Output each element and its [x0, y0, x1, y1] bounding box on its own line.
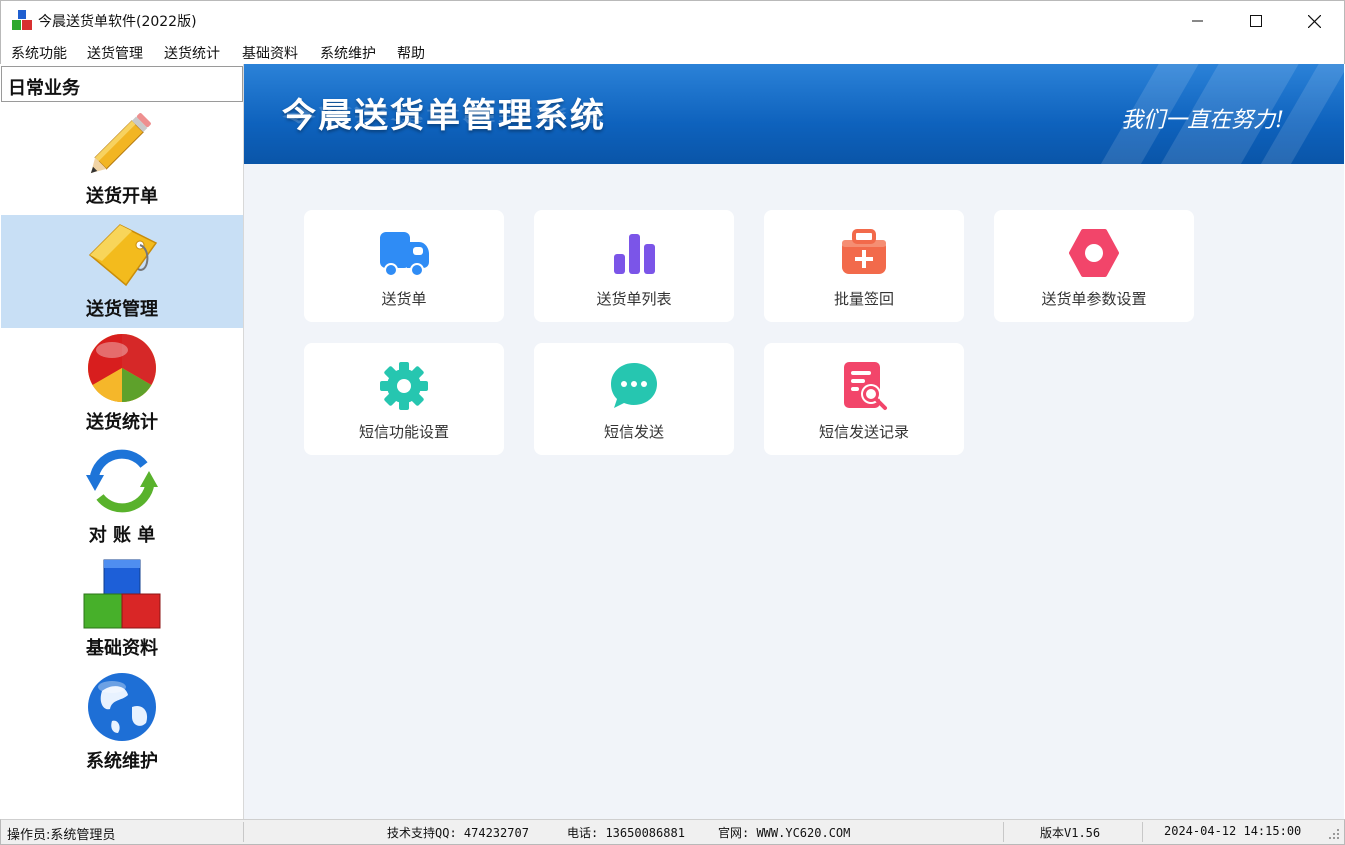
card-sms-send[interactable]: 短信发送	[534, 343, 734, 455]
chat-bubble-icon	[611, 363, 657, 408]
pencil-icon	[90, 113, 151, 174]
menu-basic-data[interactable]: 基础资料	[242, 43, 298, 63]
status-version: 版本V1.56	[1040, 826, 1101, 840]
app-logo-icon	[12, 10, 32, 30]
card-batch-signback[interactable]: 批量签回	[764, 210, 964, 322]
minimize-icon	[1192, 20, 1203, 22]
minimize-button[interactable]	[1169, 1, 1227, 41]
sidebar-item-label: 对 账 单	[88, 525, 156, 546]
bar-chart-icon	[614, 234, 655, 274]
main-panel: 今晨送货单管理系统 今晨送货单管理系统 我们一直在努力! 送货单 送货单列表 批…	[244, 64, 1344, 819]
maximize-button[interactable]	[1227, 1, 1285, 41]
status-website: 官网: WWW.YC620.COM	[718, 826, 851, 840]
sidebar-header-title: 日常业务	[8, 78, 80, 99]
sidebar-item-basic-data[interactable]: 基础资料	[1, 554, 243, 667]
card-label: 短信发送记录	[818, 423, 909, 441]
card-label: 短信发送	[603, 423, 664, 441]
sidebar-item-system-maintenance[interactable]: 系统维护	[1, 667, 243, 780]
card-label: 短信功能设置	[358, 423, 449, 441]
window-title: 今晨送货单软件(2022版)	[38, 14, 197, 30]
title-bar: 今晨送货单软件(2022版)	[0, 0, 1345, 40]
sidebar-item-label: 送货统计	[86, 412, 158, 433]
document-search-icon	[844, 362, 887, 410]
medkit-icon	[842, 229, 886, 274]
gear-icon	[380, 362, 428, 410]
status-support-qq: 技术支持QQ: 474232707	[387, 826, 529, 840]
close-icon	[1307, 14, 1321, 28]
sidebar-item-delivery-order[interactable]: 送货开单	[1, 102, 243, 215]
status-phone: 电话: 13650086881	[567, 826, 685, 840]
sidebar-item-statement[interactable]: 对 账 单	[1, 441, 243, 554]
card-sms-settings[interactable]: 短信功能设置	[304, 343, 504, 455]
hexagon-nut-icon	[1069, 229, 1119, 277]
card-delivery-order[interactable]: 送货单	[304, 210, 504, 322]
close-button[interactable]	[1285, 1, 1343, 41]
sidebar-item-label: 送货开单	[86, 186, 158, 207]
resize-grip-icon[interactable]	[1328, 828, 1340, 840]
card-label: 批量签回	[833, 290, 894, 308]
banner-slogan: 我们一直在努力!	[1121, 108, 1284, 133]
status-datetime: 2024-04-12 14:15:00	[1164, 824, 1302, 838]
status-bar: 操作员:系统管理员 技术支持QQ: 474232707 电话: 13650086…	[0, 819, 1345, 845]
card-label: 送货单列表	[596, 290, 672, 308]
menu-bar: 系统功能 送货管理 送货统计 基础资料 系统维护 帮助	[0, 40, 1345, 64]
status-operator: 操作员:系统管理员	[7, 828, 116, 843]
blocks-icon	[83, 559, 161, 629]
maximize-icon	[1250, 15, 1262, 27]
menu-system-functions[interactable]: 系统功能	[11, 43, 67, 63]
menu-system-maintenance[interactable]: 系统维护	[320, 43, 376, 63]
card-label: 送货单参数设置	[1041, 290, 1147, 308]
tag-icon	[88, 224, 158, 287]
card-label: 送货单	[381, 290, 427, 308]
sidebar-item-delivery-management[interactable]: 送货管理	[1, 215, 243, 328]
banner-title-reflection: 今晨送货单管理系统	[282, 104, 606, 124]
sidebar-header: 日常业务	[1, 66, 243, 102]
sidebar-item-label: 系统维护	[86, 751, 158, 772]
menu-help[interactable]: 帮助	[397, 43, 425, 63]
sidebar-item-label: 基础资料	[86, 638, 158, 659]
card-sms-records[interactable]: 短信发送记录	[764, 343, 964, 455]
refresh-arrows-icon	[86, 449, 158, 513]
menu-delivery-statistics[interactable]: 送货统计	[164, 43, 220, 63]
sidebar-item-delivery-statistics[interactable]: 送货统计	[1, 328, 243, 441]
banner: 今晨送货单管理系统 今晨送货单管理系统 我们一直在努力!	[244, 64, 1344, 164]
sidebar-item-label: 送货管理	[86, 299, 158, 320]
globe-icon	[88, 673, 156, 741]
menu-delivery-management[interactable]: 送货管理	[87, 43, 143, 63]
sidebar: 日常业务 送货开单 送货管理 送货统计 对 账 单 基础资料 系统维护	[1, 64, 244, 819]
truck-icon	[380, 232, 429, 277]
pie-chart-icon	[88, 334, 156, 402]
card-delivery-list[interactable]: 送货单列表	[534, 210, 734, 322]
card-delivery-settings[interactable]: 送货单参数设置	[994, 210, 1194, 322]
